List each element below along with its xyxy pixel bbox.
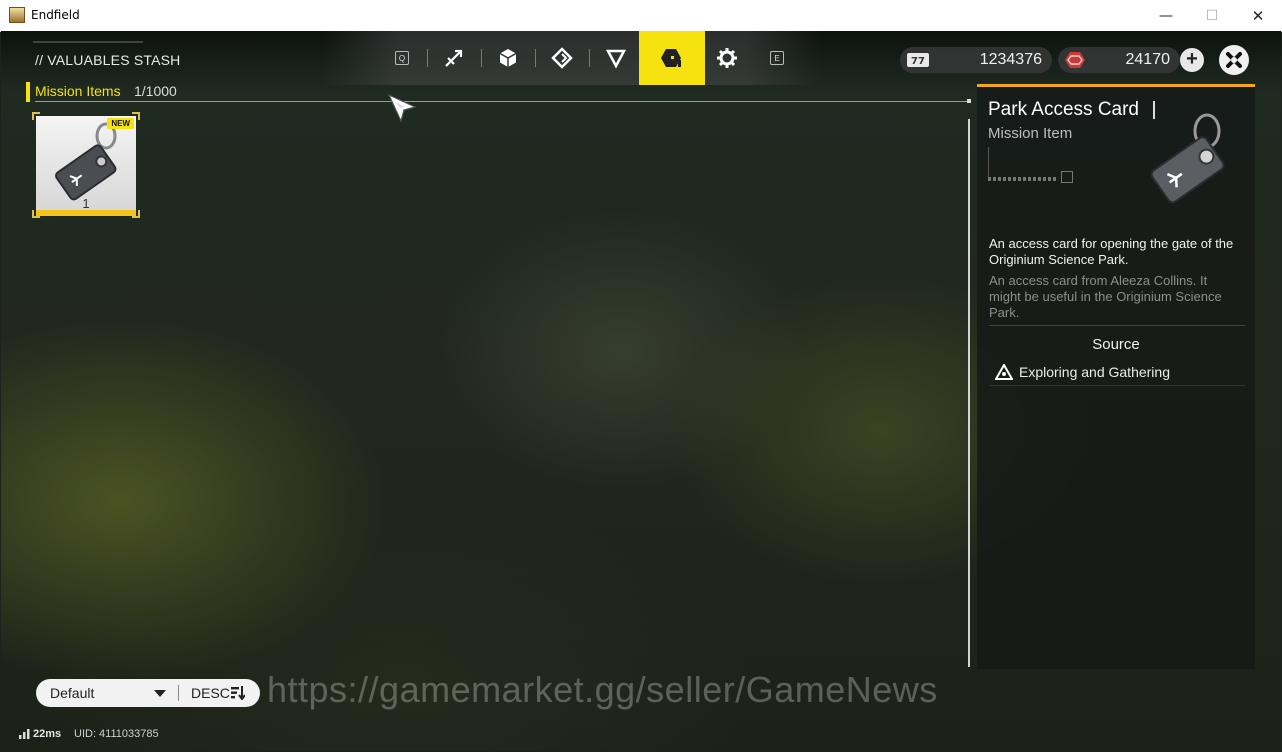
tab-separator bbox=[481, 49, 482, 67]
selection-corner bbox=[132, 112, 140, 120]
deco-qr-icon bbox=[1061, 171, 1073, 183]
list-scrollbar[interactable] bbox=[968, 119, 970, 667]
window-title: Endfield bbox=[31, 8, 80, 22]
deco-barcode bbox=[988, 177, 1056, 181]
maximize-button[interactable]: ☐ bbox=[1189, 0, 1235, 31]
selection-corner bbox=[32, 210, 40, 218]
selection-corner bbox=[132, 210, 140, 218]
sort-order-label[interactable]: DESC bbox=[191, 685, 230, 701]
app-icon bbox=[9, 7, 25, 23]
access-card-large-icon bbox=[1150, 113, 1225, 204]
diamond-icon bbox=[551, 47, 573, 69]
tab-materials[interactable] bbox=[488, 39, 528, 77]
detail-divider bbox=[989, 325, 1245, 326]
tab-settings[interactable] bbox=[707, 39, 747, 77]
tab-separator bbox=[427, 49, 428, 67]
tab-mission-items[interactable] bbox=[639, 31, 705, 85]
game-viewport: // VALUABLES STASH Q E 77 1234376 24170 … bbox=[1, 31, 1281, 751]
sort-control[interactable]: Default DESC bbox=[36, 679, 260, 707]
close-stash-button[interactable] bbox=[1219, 45, 1249, 75]
window-close-button[interactable]: ✕ bbox=[1235, 0, 1281, 31]
sort-divider bbox=[178, 685, 179, 701]
weapon-icon bbox=[445, 49, 463, 67]
close-icon bbox=[1226, 52, 1242, 68]
detail-item-type: Mission Item bbox=[988, 125, 1073, 142]
item-slot[interactable]: NEW 1 bbox=[36, 116, 136, 216]
sort-default-label[interactable]: Default bbox=[50, 685, 94, 701]
item-quantity: 1 bbox=[82, 196, 90, 211]
tab-separator bbox=[535, 49, 536, 67]
next-tab-key[interactable]: E bbox=[770, 51, 784, 65]
ticket-icon: 77 bbox=[907, 53, 929, 67]
ping-value: 22ms bbox=[33, 728, 62, 740]
sort-desc-icon bbox=[231, 686, 245, 700]
list-divider bbox=[35, 101, 969, 102]
currency-ticket-value: 1234376 bbox=[979, 51, 1042, 68]
tab-bar: Q E bbox=[321, 31, 821, 85]
category-indicator bbox=[26, 82, 30, 102]
currency-originium-value: 24170 bbox=[1125, 51, 1171, 68]
detail-item-name: Park Access Card bbox=[988, 99, 1139, 120]
source-item-label: Exploring and Gathering bbox=[1019, 364, 1170, 380]
originium-icon bbox=[1065, 52, 1085, 68]
deco-line bbox=[988, 147, 989, 181]
category-label[interactable]: Mission Items bbox=[35, 83, 121, 99]
exploration-icon bbox=[995, 364, 1013, 380]
triangle-icon bbox=[605, 49, 627, 69]
mission-items-icon bbox=[661, 49, 681, 67]
prev-tab-key[interactable]: Q bbox=[395, 51, 409, 65]
tab-consumables[interactable] bbox=[596, 39, 636, 77]
mouse-cursor-icon bbox=[387, 93, 417, 123]
uid-label: UID: 4111033785 bbox=[74, 728, 159, 740]
selection-corner bbox=[32, 112, 40, 120]
signal-icon bbox=[19, 729, 30, 739]
currency-originium: 24170 bbox=[1058, 47, 1180, 73]
tab-weapons[interactable] bbox=[434, 39, 474, 77]
source-item[interactable]: Exploring and Gathering bbox=[989, 359, 1245, 386]
source-header: Source bbox=[1092, 336, 1140, 353]
window-titlebar: Endfield — ☐ ✕ bbox=[0, 0, 1282, 32]
page-title: // VALUABLES STASH bbox=[35, 52, 181, 68]
rarity-bar bbox=[36, 210, 136, 216]
detail-description: An access card for opening the gate of t… bbox=[989, 236, 1234, 267]
minimize-button[interactable]: — bbox=[1143, 0, 1189, 31]
item-detail-panel: Park Access Card Mission Item An access … bbox=[977, 84, 1255, 669]
currency-ticket: 77 1234376 bbox=[900, 47, 1052, 73]
watermark-text: https://gamemarket.gg/seller/GameNews bbox=[267, 669, 938, 710]
tab-essence[interactable] bbox=[542, 39, 582, 77]
new-badge: NEW bbox=[107, 118, 134, 129]
svg-text:77: 77 bbox=[911, 56, 925, 67]
add-currency-button[interactable]: + bbox=[1180, 48, 1204, 72]
cube-icon bbox=[499, 49, 517, 67]
list-divider-end bbox=[967, 99, 971, 103]
detail-lore: An access card from Aleeza Collins. It m… bbox=[989, 273, 1222, 320]
category-count: 1/1000 bbox=[134, 83, 177, 99]
chevron-down-icon bbox=[154, 690, 166, 697]
tab-separator bbox=[589, 49, 590, 67]
gear-icon bbox=[717, 48, 737, 68]
